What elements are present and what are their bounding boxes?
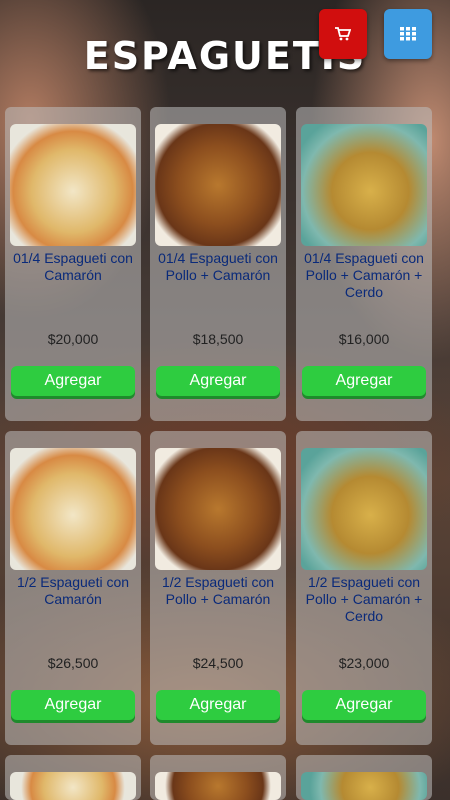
product-price: $23,000: [338, 655, 390, 671]
product-name: 1/2 Espagueti con Camarón: [16, 574, 130, 607]
page-title: ESPAGUETIS: [83, 34, 367, 78]
product-card: 01/4 Espagueti con Pollo + Camarón + Cer…: [296, 107, 432, 421]
header: ESPAGUETIS: [0, 0, 450, 100]
product-name: 1/2 Espagueti con Pollo + Camarón: [161, 574, 275, 607]
product-name: 01/4 Espagueti con Pollo + Camarón + Cer…: [304, 250, 424, 300]
product-image[interactable]: [155, 772, 281, 800]
add-button[interactable]: Agregar: [156, 690, 280, 720]
product-name: 01/4 Espagueti con Camarón: [13, 250, 133, 283]
product-image[interactable]: [10, 124, 136, 246]
grid-menu-button[interactable]: [384, 9, 432, 59]
add-button[interactable]: Agregar: [11, 366, 135, 396]
product-image[interactable]: [155, 448, 281, 570]
product-price: $20,000: [47, 331, 99, 347]
product-card: 1/2 Espagueti con Camarón $26,500 Agrega…: [5, 431, 141, 745]
product-name: 01/4 Espagueti con Pollo + Camarón: [158, 250, 278, 283]
product-price: $26,500: [47, 655, 99, 671]
product-card: 1/2 Espagueti con Pollo + Camarón $24,50…: [150, 431, 286, 745]
add-button[interactable]: Agregar: [11, 690, 135, 720]
product-card: [296, 755, 432, 800]
cart-button[interactable]: [319, 9, 367, 59]
product-image[interactable]: [155, 124, 281, 246]
add-button[interactable]: Agregar: [302, 690, 426, 720]
product-card: [5, 755, 141, 800]
product-price: $16,000: [338, 331, 390, 347]
product-card: 01/4 Espagueti con Camarón $20,000 Agreg…: [5, 107, 141, 421]
product-image[interactable]: [301, 772, 427, 800]
cart-icon: [335, 27, 351, 41]
product-image[interactable]: [301, 448, 427, 570]
grid-icon: [400, 27, 416, 41]
product-image[interactable]: [10, 448, 136, 570]
add-button[interactable]: Agregar: [302, 366, 426, 396]
product-image[interactable]: [301, 124, 427, 246]
product-card: 1/2 Espagueti con Pollo + Camarón + Cerd…: [296, 431, 432, 745]
product-name: 1/2 Espagueti con Pollo + Camarón + Cerd…: [305, 574, 423, 624]
product-card: [150, 755, 286, 800]
product-image[interactable]: [10, 772, 136, 800]
product-price: $18,500: [192, 331, 244, 347]
product-price: $24,500: [192, 655, 244, 671]
add-button[interactable]: Agregar: [156, 366, 280, 396]
product-card: 01/4 Espagueti con Pollo + Camarón $18,5…: [150, 107, 286, 421]
